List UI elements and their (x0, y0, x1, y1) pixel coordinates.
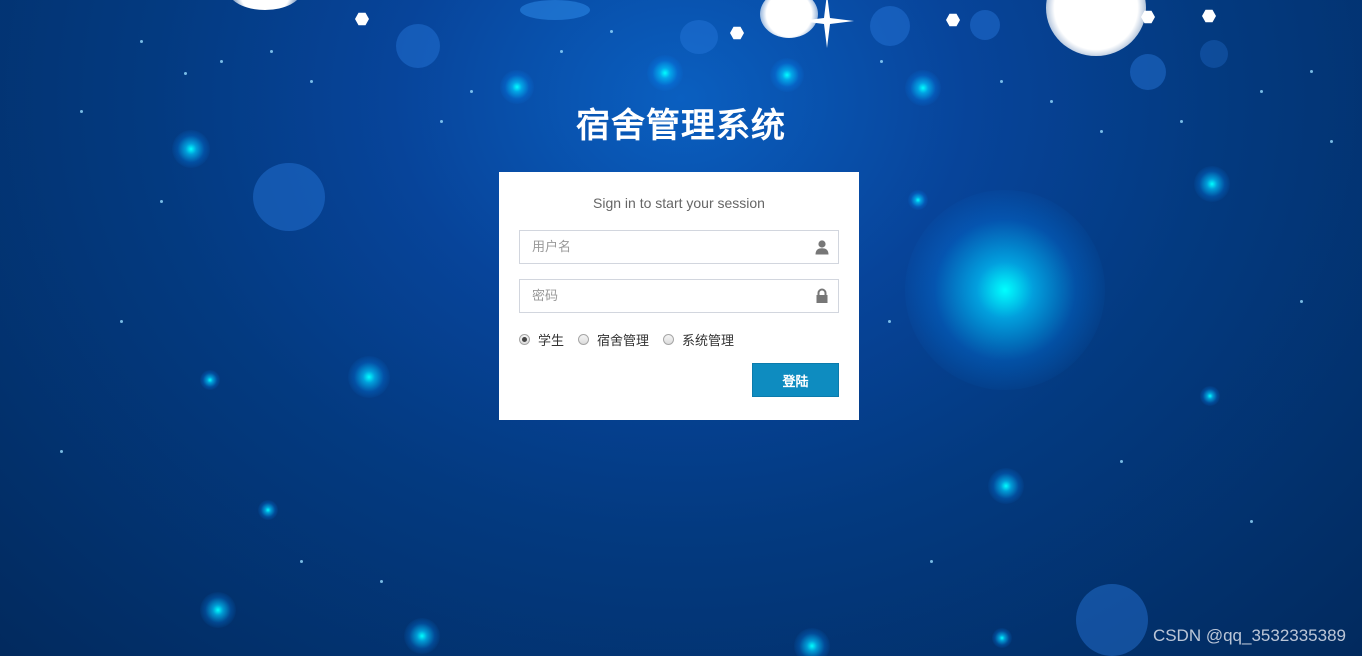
role-system-admin[interactable]: 系统管理 (663, 330, 734, 349)
role-student-label: 学生 (538, 333, 565, 349)
login-button[interactable]: 登陆 (752, 363, 839, 397)
button-row: 登陆 (519, 363, 839, 397)
password-input[interactable] (520, 280, 838, 312)
user-icon (814, 239, 830, 255)
role-student-radio[interactable] (519, 333, 530, 345)
password-field (519, 279, 839, 313)
watermark: CSDN @qq_3532335389 (1152, 626, 1346, 645)
role-dorm-admin[interactable]: 宿舍管理 (578, 330, 649, 349)
role-dorm-admin-radio[interactable] (578, 333, 590, 345)
lock-icon (814, 288, 830, 304)
role-student[interactable]: 学生 (519, 330, 564, 349)
role-system-admin-radio[interactable] (663, 333, 675, 345)
login-box: Sign in to start your session 学生 宿舍管理 (499, 172, 859, 420)
page-title: 宿舍管理系统 (576, 106, 786, 146)
username-input[interactable] (520, 231, 838, 263)
role-dorm-admin-label: 宿舍管理 (597, 333, 650, 349)
login-box-message: Sign in to start your session (593, 195, 765, 211)
role-selector: 学生 宿舍管理 系统管理 (519, 328, 839, 350)
role-system-admin-label: 系统管理 (682, 333, 735, 349)
username-field (519, 230, 839, 264)
